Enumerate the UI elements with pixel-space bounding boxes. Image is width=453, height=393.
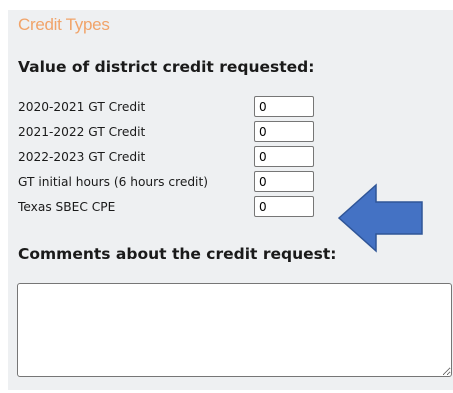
credit-label: 2020-2021 GT Credit xyxy=(18,100,146,114)
credit-input-2020-2021[interactable] xyxy=(254,96,314,117)
credit-label: Texas SBEC CPE xyxy=(18,200,116,214)
credit-label: GT initial hours (6 hours credit) xyxy=(18,175,208,189)
credit-label: 2022-2023 GT Credit xyxy=(18,150,146,164)
credit-row-2022-2023: 2022-2023 GT Credit xyxy=(18,146,328,168)
credit-types-panel: Credit Types Value of district credit re… xyxy=(8,10,453,390)
credit-label: 2021-2022 GT Credit xyxy=(18,125,146,139)
credit-input-gt-initial[interactable] xyxy=(254,171,314,192)
credit-row-gt-initial: GT initial hours (6 hours credit) xyxy=(18,171,328,193)
credit-row-2020-2021: 2020-2021 GT Credit xyxy=(18,96,328,118)
credit-input-texas-sbec[interactable] xyxy=(254,196,314,217)
section-title: Credit Types xyxy=(18,15,110,34)
credit-input-2022-2023[interactable] xyxy=(254,146,314,167)
comments-heading: Comments about the credit request: xyxy=(18,245,337,263)
value-heading: Value of district credit requested: xyxy=(18,58,315,76)
left-arrow-icon xyxy=(338,183,423,253)
credit-row-texas-sbec: Texas SBEC CPE xyxy=(18,196,328,218)
credit-row-2021-2022: 2021-2022 GT Credit xyxy=(18,121,328,143)
comments-textarea[interactable] xyxy=(17,283,452,377)
credit-input-2021-2022[interactable] xyxy=(254,121,314,142)
